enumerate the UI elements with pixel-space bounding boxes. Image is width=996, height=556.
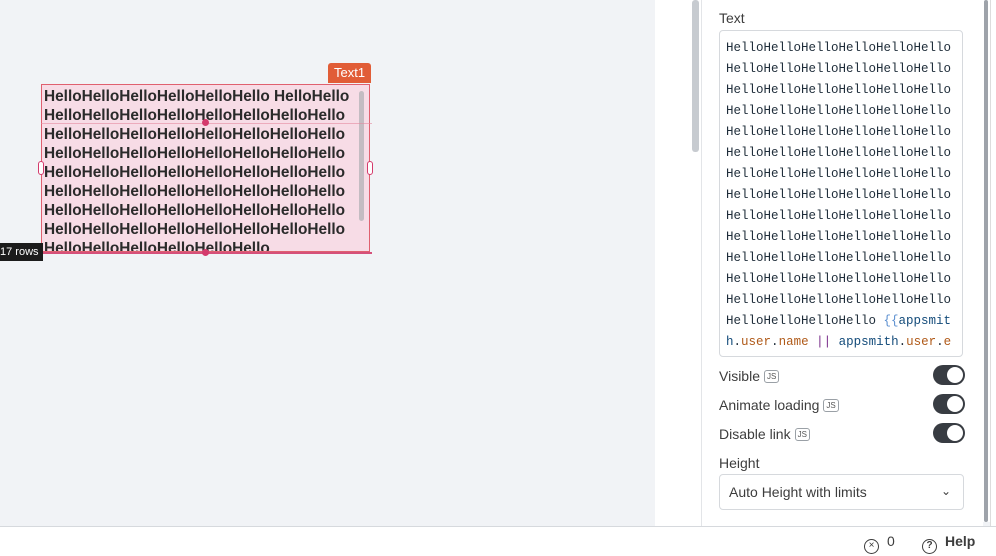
binding-prop: user [906, 335, 937, 349]
animate-loading-label-text: Animate loading [719, 397, 820, 413]
property-pane: Text HelloHelloHelloHelloHelloHello Hell… [701, 0, 983, 526]
binding-operator: || [808, 335, 839, 349]
error-count: 0 [887, 533, 895, 549]
visible-label-text: Visible [719, 368, 760, 384]
js-badge[interactable]: JS [794, 428, 810, 441]
text-value: HelloHelloHelloHelloHelloHello HelloHell… [726, 41, 952, 328]
binding-dot: . [771, 335, 779, 349]
text-widget[interactable]: HelloHelloHelloHelloHelloHello HelloHell… [41, 84, 370, 252]
rows-badge: 17 rows [0, 243, 43, 261]
binding-dot: . [936, 335, 944, 349]
canvas-edge [655, 0, 701, 526]
bottom-bar: × 0 ? Help [0, 526, 996, 556]
binding-open: {{ [883, 314, 899, 328]
js-badge[interactable]: JS [764, 370, 780, 383]
chevron-down-icon: ⌄ [940, 484, 951, 498]
binding-dot: . [733, 335, 742, 349]
height-label: Height [719, 455, 760, 471]
bottom-resize-handle[interactable] [202, 249, 209, 256]
text-property-editor[interactable]: HelloHelloHelloHelloHelloHello HelloHell… [719, 30, 963, 357]
height-select-value: Auto Height with limits [729, 484, 867, 500]
text-widget-content: HelloHelloHelloHelloHelloHello HelloHell… [44, 88, 350, 252]
disable-link-label: Disable link JS [719, 426, 810, 442]
disable-link-toggle[interactable] [933, 423, 965, 443]
canvas-scrollbar[interactable] [692, 0, 699, 152]
binding-dot: . [898, 335, 907, 349]
animate-loading-row: Animate loading JS [719, 394, 965, 418]
binding-close: }} [756, 356, 771, 357]
top-resize-handle[interactable] [202, 119, 209, 126]
scrollbar-thumb[interactable] [984, 0, 988, 522]
disable-link-row: Disable link JS [719, 423, 965, 447]
text-property-label: Text [719, 10, 745, 26]
binding-prop: user [741, 335, 772, 349]
toggle-knob [947, 425, 963, 441]
right-edge-panel [990, 0, 996, 526]
left-resize-handle[interactable] [38, 161, 44, 175]
disable-link-label-text: Disable link [719, 426, 791, 442]
animate-loading-label: Animate loading JS [719, 397, 839, 413]
help-label: Help [945, 533, 976, 549]
widget-scrollbar[interactable] [359, 91, 364, 221]
binding-prop: name [778, 335, 809, 349]
help-icon: ? [922, 539, 937, 554]
visible-row: Visible JS [719, 365, 965, 389]
height-select[interactable]: Auto Height with limits ⌄ [719, 474, 964, 510]
error-icon: × [864, 539, 879, 554]
help-button[interactable]: ? Help [922, 533, 975, 554]
visible-toggle[interactable] [933, 365, 965, 385]
animate-loading-toggle[interactable] [933, 394, 965, 414]
binding-ident: appsmith [838, 335, 899, 349]
toggle-knob [947, 367, 963, 383]
toggle-knob [947, 396, 963, 412]
canvas-area[interactable]: Text1 HelloHelloHelloHelloHelloHello Hel… [0, 0, 655, 526]
js-badge[interactable]: JS [823, 399, 839, 412]
error-counter[interactable]: × 0 [864, 533, 895, 554]
visible-label: Visible JS [719, 368, 780, 384]
right-resize-handle[interactable] [367, 161, 373, 175]
widget-name-tag[interactable]: Text1 [328, 63, 372, 83]
property-pane-scrollbar[interactable] [982, 0, 990, 522]
